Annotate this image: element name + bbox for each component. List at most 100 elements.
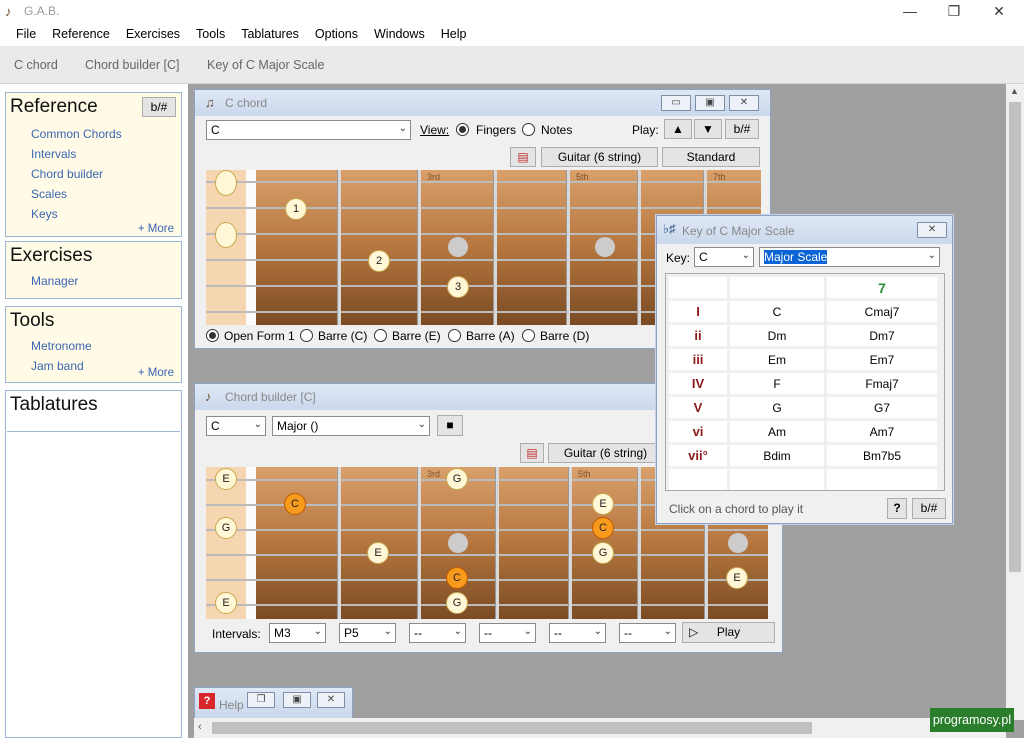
horizontal-scrollbar[interactable]: ‹ <box>194 718 1006 738</box>
root-select[interactable]: C ⌄ <box>206 416 266 436</box>
triad-chord-cell[interactable]: Bdim <box>730 445 824 466</box>
finger-marker[interactable]: 1 <box>285 198 307 220</box>
triad-chord-cell[interactable]: Em <box>730 349 824 370</box>
key-select[interactable]: C ⌄ <box>694 247 754 267</box>
seventh-chord-cell[interactable]: Em7 <box>827 349 937 370</box>
seventh-chord-cell[interactable]: Fmaj7 <box>827 373 937 394</box>
interval-select-1[interactable]: M3 ⌄ <box>269 623 326 643</box>
chord-accidental-button[interactable]: b/# <box>725 119 759 139</box>
chord-note[interactable]: G <box>446 468 468 490</box>
finger-marker[interactable]: 2 <box>368 250 390 272</box>
tab-c-chord[interactable]: C chord <box>14 58 58 72</box>
menu-tools[interactable]: Tools <box>188 24 233 46</box>
sidebar-item-common-chords[interactable]: Common Chords <box>31 127 122 141</box>
vertical-scrollbar-thumb[interactable] <box>1009 102 1021 572</box>
form-radio-barre-c[interactable] <box>300 329 313 342</box>
interval-select-2[interactable]: P5 ⌄ <box>339 623 396 643</box>
seventh-chord-cell[interactable]: Bm7b5 <box>827 445 937 466</box>
horizontal-scrollbar-thumb[interactable] <box>212 722 812 734</box>
play-up-button[interactable]: ▲ <box>664 119 692 139</box>
chord-type-select[interactable]: Major () ⌄ <box>272 416 430 436</box>
tuning-button[interactable]: Standard <box>662 147 760 167</box>
scroll-up-icon[interactable]: ▲ <box>1010 86 1019 96</box>
triad-chord-cell[interactable]: Dm <box>730 325 824 346</box>
chord-note[interactable]: E <box>367 542 389 564</box>
vertical-scrollbar[interactable]: ▲ <box>1006 84 1024 720</box>
open-string-marker[interactable] <box>215 170 237 196</box>
minimize-icon[interactable]: — <box>901 3 919 19</box>
finger-marker[interactable]: 3 <box>447 276 469 298</box>
window-restore-icon[interactable]: ❐ <box>247 692 275 708</box>
close-icon[interactable]: ✕ <box>990 3 1008 19</box>
chord-note[interactable]: G <box>446 592 468 614</box>
interval-select-6[interactable]: -- ⌄ <box>619 623 676 643</box>
builder-play-button[interactable]: ▷ Play <box>682 622 775 643</box>
sidebar-item-chord-builder[interactable]: Chord builder <box>31 167 103 181</box>
open-string-marker[interactable] <box>215 222 237 248</box>
triad-chord-cell[interactable]: F <box>730 373 824 394</box>
root-note[interactable]: C <box>284 493 306 515</box>
maximize-icon[interactable]: ❐ <box>945 3 963 19</box>
open-note[interactable]: E <box>215 468 237 490</box>
window-restore-icon[interactable]: ▣ <box>695 95 725 111</box>
open-note[interactable]: G <box>215 517 237 539</box>
form-radio-barre-e[interactable] <box>374 329 387 342</box>
help-window-titlebar[interactable]: ? Help ❐ ▣ ✕ <box>195 688 352 718</box>
reference-more-link[interactable]: + More <box>138 223 174 235</box>
seventh-chord-cell[interactable]: G7 <box>827 397 937 418</box>
root-note[interactable]: C <box>446 567 468 589</box>
seventh-chord-cell[interactable]: Cmaj7 <box>827 301 937 322</box>
menu-options[interactable]: Options <box>307 24 366 46</box>
interval-select-5[interactable]: -- ⌄ <box>549 623 606 643</box>
menu-windows[interactable]: Windows <box>366 24 433 46</box>
chord-note[interactable]: G <box>592 542 614 564</box>
form-radio-open[interactable] <box>206 329 219 342</box>
sidebar-item-manager[interactable]: Manager <box>31 274 78 288</box>
play-down-button[interactable]: ▼ <box>694 119 722 139</box>
form-radio-barre-a[interactable] <box>448 329 461 342</box>
fingers-radio[interactable] <box>456 123 469 136</box>
window-minimize-icon[interactable]: ▭ <box>661 95 691 111</box>
instrument-settings-icon[interactable]: ▤ <box>510 147 536 167</box>
save-icon[interactable]: ■ <box>437 415 463 436</box>
interval-select-3[interactable]: -- ⌄ <box>409 623 466 643</box>
menu-help[interactable]: Help <box>433 24 475 46</box>
form-radio-barre-d[interactable] <box>522 329 535 342</box>
triad-chord-cell[interactable]: G <box>730 397 824 418</box>
chord-note[interactable]: E <box>592 493 614 515</box>
sidebar-item-metronome[interactable]: Metronome <box>31 339 92 353</box>
chord-note[interactable]: E <box>726 567 748 589</box>
sidebar-item-jam-band[interactable]: Jam band <box>31 359 84 373</box>
open-note[interactable]: E <box>215 592 237 614</box>
scale-select[interactable]: Major Scale ⌄ <box>759 247 940 267</box>
window-close-icon[interactable]: ✕ <box>317 692 345 708</box>
triad-chord-cell[interactable]: C <box>730 301 824 322</box>
window-close-icon[interactable]: ✕ <box>729 95 759 111</box>
menu-reference[interactable]: Reference <box>44 24 118 46</box>
sidebar-item-intervals[interactable]: Intervals <box>31 147 76 161</box>
triad-chord-cell[interactable]: Am <box>730 421 824 442</box>
sidebar-item-keys[interactable]: Keys <box>31 207 58 221</box>
menu-tablatures[interactable]: Tablatures <box>233 24 307 46</box>
instrument-settings-icon[interactable]: ▤ <box>520 443 544 463</box>
sidebar-item-scales[interactable]: Scales <box>31 187 67 201</box>
scroll-left-icon[interactable]: ‹ <box>198 721 202 733</box>
tools-more-link[interactable]: + More <box>138 367 174 379</box>
seventh-chord-cell[interactable]: Am7 <box>827 421 937 442</box>
accidental-toggle-button[interactable]: b/# <box>142 97 176 117</box>
menu-file[interactable]: File <box>8 24 44 46</box>
instrument-button[interactable]: Guitar (6 string) <box>541 147 658 167</box>
scale-help-button[interactable]: ? <box>887 498 907 519</box>
window-close-icon[interactable]: ✕ <box>917 222 947 238</box>
key-scale-window-titlebar[interactable]: ♭♯ Key of C Major Scale ✕ <box>657 216 952 244</box>
root-note[interactable]: C <box>592 517 614 539</box>
builder-instrument-button[interactable]: Guitar (6 string) <box>548 443 663 463</box>
tablatures-list[interactable] <box>7 431 180 737</box>
tab-key-of-c[interactable]: Key of C Major Scale <box>207 58 324 72</box>
c-chord-window-titlebar[interactable]: ♫ C chord ▭ ▣ ✕ <box>195 90 770 116</box>
tab-chord-builder[interactable]: Chord builder [C] <box>85 58 180 72</box>
chord-select[interactable]: C ⌄ <box>206 120 411 140</box>
scale-accidental-button[interactable]: b/# <box>912 498 946 519</box>
menu-exercises[interactable]: Exercises <box>118 24 188 46</box>
window-maximize-icon[interactable]: ▣ <box>283 692 311 708</box>
